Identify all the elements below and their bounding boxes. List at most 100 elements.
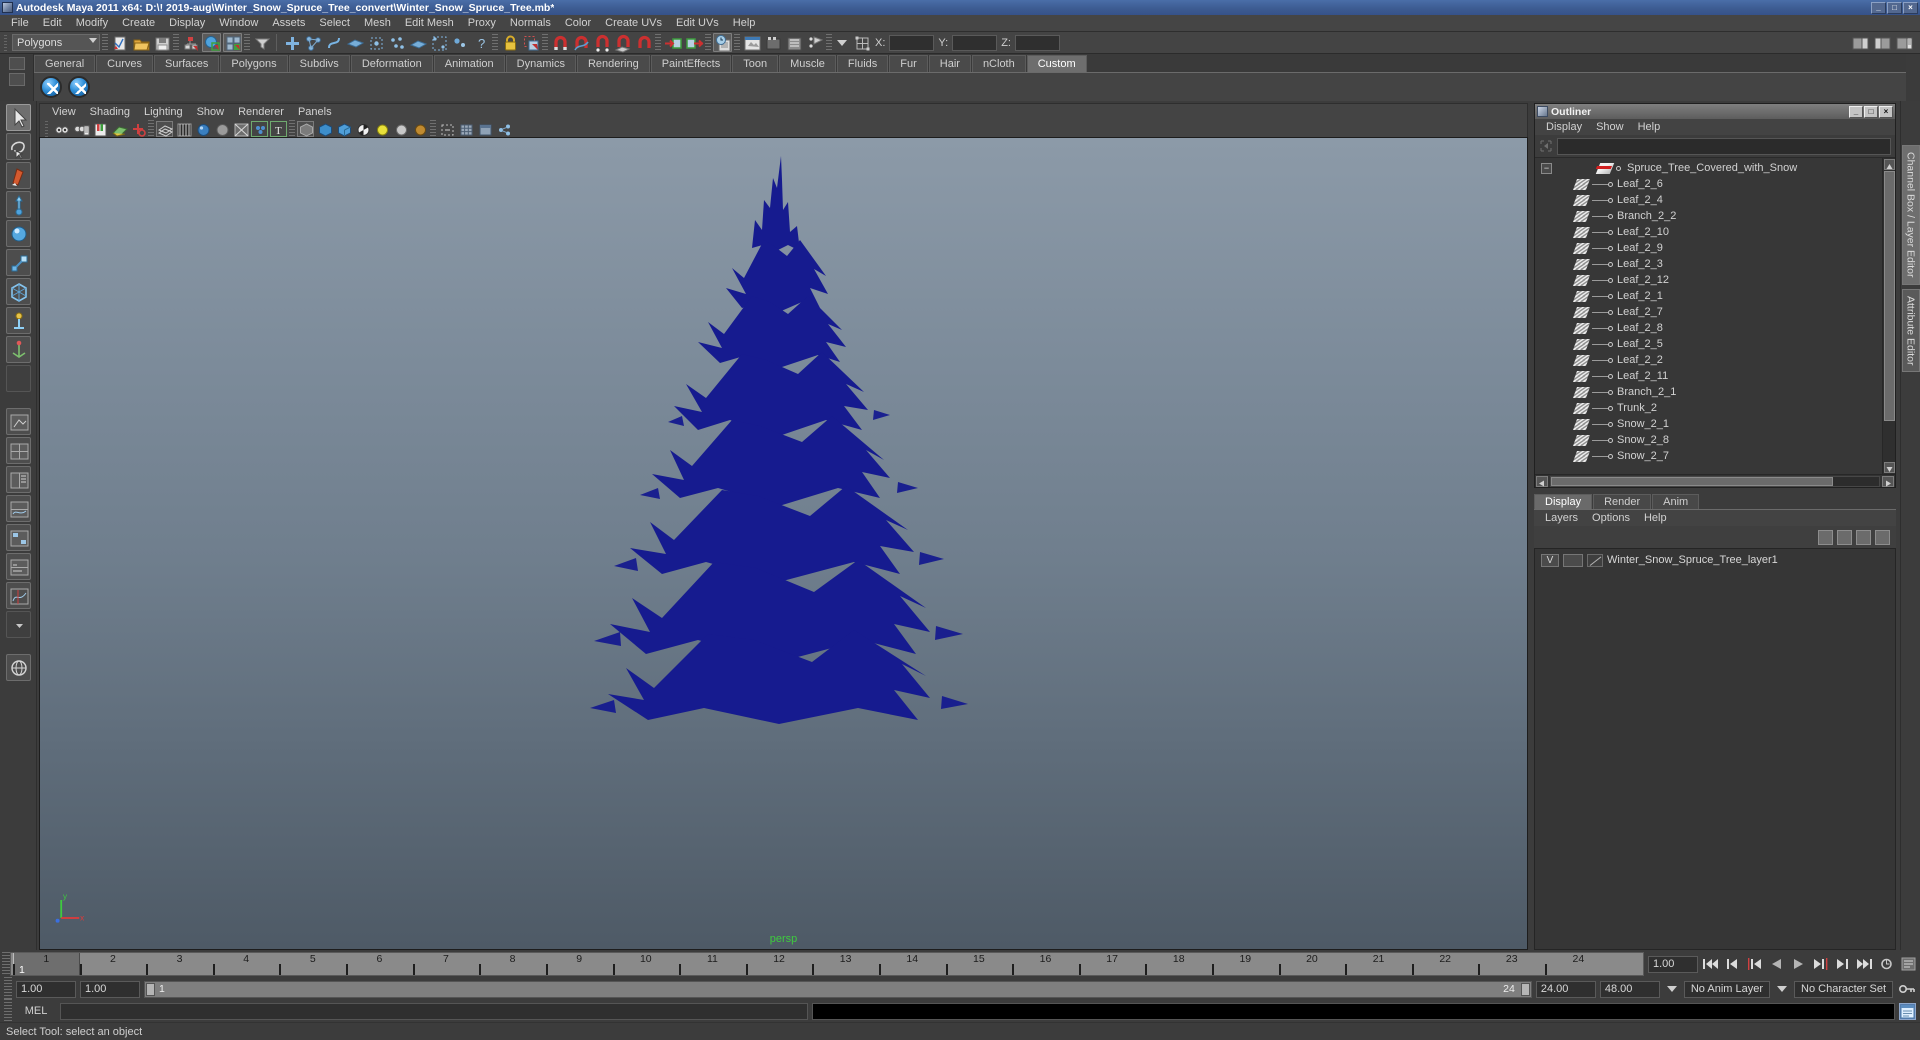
command-output-field[interactable] (811, 1002, 1895, 1020)
minimize-button[interactable]: _ (1871, 1, 1886, 14)
select-tool[interactable] (5, 104, 31, 131)
step-forward-frame-button[interactable] (1811, 955, 1830, 973)
viewport-menu-panels[interactable]: Panels (292, 105, 338, 119)
layer-editor-menu-options[interactable]: Options (1585, 512, 1637, 524)
camera-attributes-icon[interactable] (72, 121, 90, 137)
chevron-down-icon[interactable] (837, 39, 847, 46)
shelf-tab-polygons[interactable]: Polygons (220, 55, 288, 72)
shelf-tab-painteffects[interactable]: PaintEffects (650, 55, 732, 72)
menu-display[interactable]: Display (162, 15, 212, 31)
command-line-gripper[interactable] (4, 999, 12, 1023)
outliner-minimize-button[interactable]: _ (1849, 105, 1863, 118)
select-rendering-icon[interactable] (408, 33, 428, 52)
range-handle-right[interactable] (1520, 982, 1530, 996)
outliner-hscroll-track[interactable] (1550, 475, 1880, 487)
new-layer-icon[interactable] (1818, 529, 1833, 545)
playback-start-time-field[interactable]: 1.00 (80, 980, 140, 998)
universal-manipulator-tool[interactable] (5, 278, 31, 305)
new-scene-icon[interactable] (110, 33, 129, 52)
shelf-tab-subdivs[interactable]: Subdivs (288, 55, 350, 72)
dock-tab-channel-box-layer-editor[interactable]: Channel Box / Layer Editor (1901, 145, 1920, 285)
viewport-menu-lighting[interactable]: Lighting (138, 105, 189, 119)
select-miscellaneous-icon[interactable] (429, 33, 448, 52)
image-plane-icon[interactable] (110, 121, 128, 137)
viewport-menu-shading[interactable]: Shading (84, 105, 136, 119)
show-manipulator-tool[interactable] (5, 336, 31, 363)
hypershade-persp-layout-icon[interactable] (5, 524, 31, 551)
textured-display-icon[interactable] (251, 120, 268, 137)
lock-icon[interactable] (500, 33, 519, 52)
snap-to-live-object-icon[interactable] (634, 33, 653, 52)
show-tool-settings-icon[interactable] (1872, 33, 1891, 52)
layout-expand-toggle[interactable] (5, 611, 31, 638)
open-scene-icon[interactable] (131, 33, 150, 52)
graph-editor-layout-icon[interactable] (5, 582, 31, 609)
outliner-item-leaf-2-8[interactable]: Leaf_2_8 (1535, 320, 1882, 336)
outliner-item-leaf-2-3[interactable]: Leaf_2_3 (1535, 256, 1882, 272)
select-dynamics-icon[interactable] (387, 33, 406, 52)
twopoint-pan-zoom-icon[interactable] (129, 121, 146, 137)
outliner-close-button[interactable]: × (1879, 105, 1893, 118)
outliner-item-leaf-2-11[interactable]: Leaf_2_11 (1535, 368, 1882, 384)
menu-create-uvs[interactable]: Create UVs (598, 15, 669, 31)
maya-help-globe-icon[interactable] (5, 654, 31, 681)
outliner-vertical-scrollbar[interactable] (1882, 158, 1895, 474)
step-forward-key-button[interactable] (1833, 955, 1852, 973)
shelf-tab-fluids[interactable]: Fluids (836, 55, 889, 72)
menu-set-selector[interactable]: Polygons (12, 34, 100, 51)
select-curves-icon[interactable] (324, 33, 343, 52)
layer-editor-tab-display[interactable]: Display (1534, 494, 1593, 509)
layer-editor-tab-anim[interactable]: Anim (1652, 494, 1700, 509)
shelf-tab-dynamics[interactable]: Dynamics (505, 55, 576, 72)
menu-select[interactable]: Select (312, 15, 357, 31)
outliner-item-leaf-2-9[interactable]: Leaf_2_9 (1535, 240, 1882, 256)
bookmarks-icon[interactable] (91, 121, 108, 137)
output-connections-icon[interactable] (684, 33, 704, 52)
snap-to-points-magnet-icon[interactable] (592, 33, 611, 52)
layer-color-swatch[interactable] (1587, 553, 1603, 567)
component-filter-icon[interactable] (252, 33, 271, 52)
outliner-menu-display[interactable]: Display (1539, 121, 1589, 133)
shadows-display-icon[interactable] (335, 121, 352, 137)
range-slider-gripper[interactable] (4, 977, 12, 1001)
scroll-right-icon[interactable] (1882, 475, 1894, 487)
save-scene-icon[interactable] (152, 33, 171, 52)
scroll-down-icon[interactable] (1883, 462, 1895, 473)
construction-history-icon[interactable] (713, 33, 732, 52)
animation-end-time-field[interactable]: 48.00 (1599, 980, 1660, 998)
select-deformers-icon[interactable] (366, 33, 385, 52)
outliner-scroll-thumb[interactable] (1883, 171, 1895, 421)
smooth-shade-icon[interactable] (175, 121, 192, 137)
outliner-item-leaf-2-4[interactable]: Leaf_2_4 (1535, 192, 1882, 208)
light-grey-icon[interactable] (392, 121, 409, 137)
ipr-render-icon[interactable] (763, 33, 782, 52)
snap-to-grids-magnet-icon[interactable] (550, 33, 569, 52)
outliner-menu-show[interactable]: Show (1589, 121, 1631, 133)
outliner-item-trunk-2[interactable]: Trunk_2 (1535, 400, 1882, 416)
outliner-filter-icon[interactable] (1539, 139, 1553, 153)
dock-tab-attribute-editor[interactable]: Attribute Editor (1901, 288, 1920, 372)
outliner-item-leaf-2-5[interactable]: Leaf_2_5 (1535, 336, 1882, 352)
scroll-up-icon[interactable] (1883, 159, 1895, 170)
isolate-select-icon[interactable] (438, 121, 455, 137)
hud-display-icon[interactable] (476, 121, 493, 137)
wireframe-on-shaded-icon[interactable] (232, 121, 249, 137)
menu-mesh[interactable]: Mesh (357, 15, 398, 31)
layer-editor-menu-layers[interactable]: Layers (1538, 512, 1585, 524)
command-input-field[interactable] (60, 1002, 808, 1020)
lasso-tool[interactable] (5, 133, 31, 160)
shelf-tab-toon[interactable]: Toon (732, 55, 779, 72)
menu-edit-mesh[interactable]: Edit Mesh (398, 15, 461, 31)
move-layer-up-icon[interactable] (1856, 529, 1871, 545)
animation-preferences-button[interactable] (1899, 955, 1918, 973)
character-set-selector[interactable]: No Character Set (1794, 980, 1893, 998)
persp-outliner-layout-icon[interactable] (5, 466, 31, 493)
outliner-item-leaf-2-6[interactable]: Leaf_2_6 (1535, 176, 1882, 192)
menu-help[interactable]: Help (726, 15, 763, 31)
auto-key-toggle-icon[interactable] (1897, 980, 1916, 998)
xray-joints-icon[interactable] (316, 121, 333, 137)
outliner-item-leaf-2-10[interactable]: Leaf_2_10 (1535, 224, 1882, 240)
shelf-options-menu-button[interactable] (8, 73, 25, 86)
close-button[interactable]: × (1903, 1, 1918, 14)
menu-file[interactable]: File (4, 15, 36, 31)
